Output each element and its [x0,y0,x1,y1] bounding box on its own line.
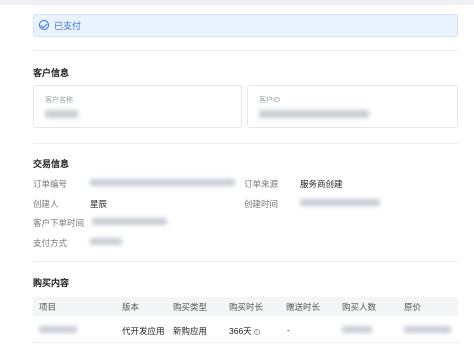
order-number-label: 订单编号 [33,179,68,189]
order-source-value: 服务商创建 [300,179,343,189]
divider [33,50,458,51]
payment-method-value-redacted [90,238,122,245]
customer-info-title: 客户信息 [33,68,70,78]
purchase-content-title: 购买内容 [33,278,70,288]
customer-id-label: 客户ID [259,97,280,104]
column-header-version: 版本 [122,302,140,312]
transaction-info-title: 交易信息 [33,159,70,169]
payment-method-label: 支付方式 [33,238,68,248]
payment-status-banner: 已支付 [33,14,458,37]
column-header-purchase-type: 购买类型 [173,302,208,312]
row-gift-duration: - [287,325,290,335]
customer-name-value-redacted [45,110,78,118]
customer-name-label: 客户名称 [45,97,73,104]
item-value-redacted [39,326,77,333]
creator-value: 星辰 [90,199,108,209]
order-source-label: 订单来源 [244,179,279,189]
customer-id-value-redacted [259,110,369,118]
payment-status-text: 已支付 [54,21,82,31]
created-time-value-redacted [300,199,380,206]
original-price-value-redacted [404,326,451,333]
customer-name-card: 客户名称 [33,85,242,128]
creator-label: 创建人 [33,199,59,209]
column-header-item: 项目 [39,302,57,312]
row-divider [33,342,458,343]
divider [33,261,458,262]
info-icon[interactable]: i [253,328,260,335]
column-header-original-price: 原价 [404,302,422,312]
divider [33,143,458,144]
column-header-buyer-count: 购买人数 [342,302,377,312]
row-purchase-type: 新购应用 [173,326,208,336]
customer-order-time-value-redacted [92,218,167,225]
row-duration: 366天 i [229,325,260,337]
column-header-gift-duration: 赠送时长 [286,302,321,312]
customer-order-time-label: 客户下单时间 [33,218,85,228]
top-border [0,0,474,5]
customer-id-card: 客户ID [247,85,458,128]
buyer-count-value-redacted [342,326,372,333]
row-duration-text: 366天 [229,326,252,336]
column-header-duration: 购买时长 [229,302,264,312]
check-circle-icon [39,20,49,30]
created-time-label: 创建时间 [244,199,279,209]
order-number-value-redacted [90,179,235,186]
row-version: 代开发应用 [122,326,165,336]
